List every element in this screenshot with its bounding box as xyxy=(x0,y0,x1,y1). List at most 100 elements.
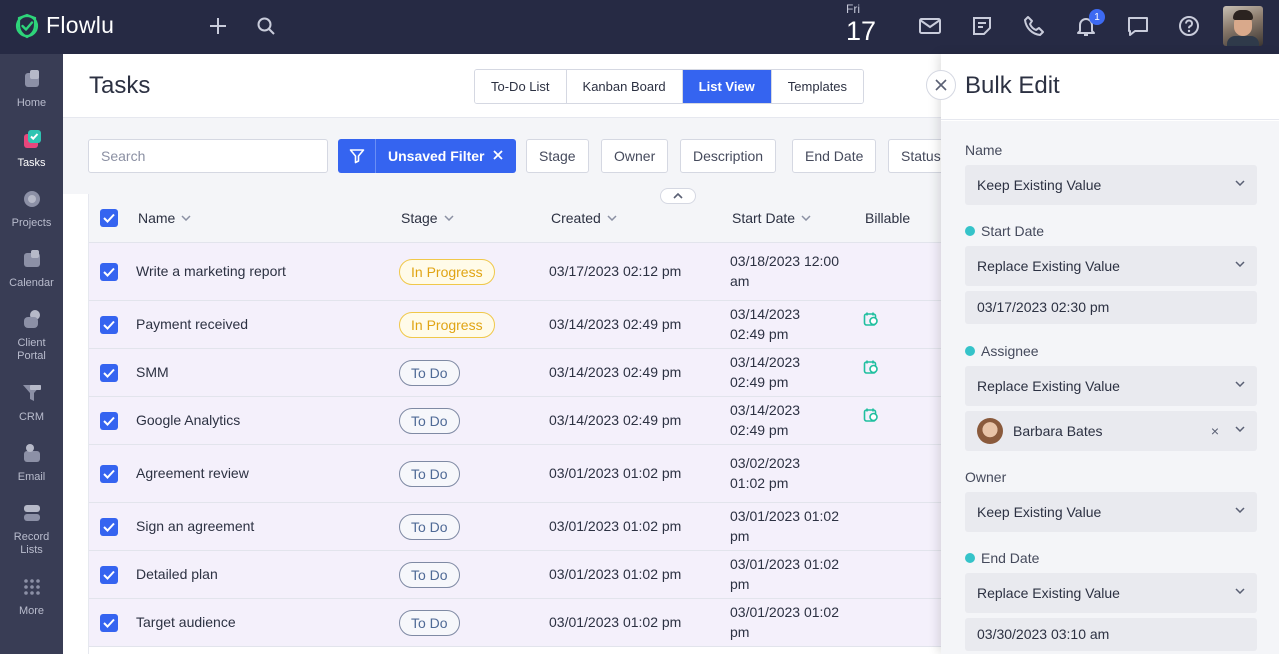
task-name[interactable]: Agreement review xyxy=(136,465,249,481)
table-row[interactable]: Detailed plan To Do 03/01/2023 01:02 pm 03/… xyxy=(89,551,941,599)
stage-badge[interactable]: In Progress xyxy=(399,312,495,338)
chevron-down-icon xyxy=(607,215,617,221)
column-header-start-date[interactable]: Start Date xyxy=(732,210,811,226)
tab-list-view[interactable]: List View xyxy=(682,70,772,103)
column-header-created[interactable]: Created xyxy=(551,210,617,226)
stage-badge[interactable]: To Do xyxy=(399,461,460,487)
notes-icon[interactable] xyxy=(970,14,994,38)
today-date[interactable]: Fri 17 xyxy=(846,2,876,46)
stage-badge[interactable]: To Do xyxy=(399,360,460,386)
column-header-name[interactable]: Name xyxy=(138,210,191,226)
row-checkbox[interactable] xyxy=(100,316,118,334)
table-row[interactable]: Target audience To Do 03/01/2023 01:02 pm 0… xyxy=(89,599,941,647)
owner-select[interactable]: Keep Existing Value xyxy=(965,492,1257,532)
created-date: 03/14/2023 02:49 pm xyxy=(549,412,682,428)
search-icon[interactable] xyxy=(254,14,278,38)
task-name[interactable]: Target audience xyxy=(136,614,236,630)
row-checkbox[interactable] xyxy=(100,518,118,536)
sidebar-item-home[interactable]: Home xyxy=(0,68,63,110)
chat-icon[interactable] xyxy=(1126,14,1150,38)
table-row[interactable]: Sign an agreement To Do 03/01/2023 01:02 p… xyxy=(89,503,941,551)
sidebar-item-tasks[interactable]: Tasks xyxy=(0,128,63,170)
sidebar-item-email[interactable]: Email xyxy=(0,442,63,484)
sidebar-item-label: Email xyxy=(17,471,46,483)
assignee-mode-select[interactable]: Replace Existing Value xyxy=(965,366,1257,406)
filter-chip-description[interactable]: Description xyxy=(680,139,777,173)
sidebar-item-calendar[interactable]: Calendar xyxy=(0,248,63,290)
user-avatar[interactable] xyxy=(1223,6,1263,46)
day-number: 17 xyxy=(846,16,877,46)
table-row[interactable]: Payment received In Progress 03/14/2023 02… xyxy=(89,301,941,349)
clear-filter-icon[interactable] xyxy=(493,147,504,165)
end-date-mode-select[interactable]: Replace Existing Value xyxy=(965,573,1257,613)
stage-badge[interactable]: To Do xyxy=(399,514,460,540)
assignee-select[interactable]: Barbara Bates × xyxy=(965,411,1257,451)
end-date-input[interactable]: 03/30/2023 03:10 am xyxy=(965,618,1257,651)
chevron-down-icon xyxy=(1235,381,1245,387)
start-date-input[interactable]: 03/17/2023 02:30 pm xyxy=(965,291,1257,324)
close-panel-button[interactable] xyxy=(926,70,956,100)
task-name[interactable]: Payment received xyxy=(136,316,248,332)
filter-chip-stage[interactable]: Stage xyxy=(526,139,589,173)
add-icon[interactable] xyxy=(206,14,230,38)
task-name[interactable]: Write a marketing report xyxy=(136,263,286,279)
table-row[interactable]: Write a marketing report In Progress 03/17… xyxy=(89,243,941,301)
chevron-down-icon xyxy=(1235,588,1245,594)
column-header-billable[interactable]: Billable xyxy=(865,210,910,226)
column-header-stage[interactable]: Stage xyxy=(401,210,454,226)
start-date-line: 02:49 pm xyxy=(730,422,789,438)
row-checkbox[interactable] xyxy=(100,364,118,382)
created-date: 03/14/2023 02:49 pm xyxy=(549,316,682,332)
select-all-checkbox[interactable] xyxy=(100,209,118,227)
task-name[interactable]: SMM xyxy=(136,364,169,380)
stage-badge[interactable]: To Do xyxy=(399,408,460,434)
stage-badge[interactable]: To Do xyxy=(399,562,460,588)
sidebar-item-client-portal[interactable]: Client Portal xyxy=(0,308,63,363)
email-icon xyxy=(23,444,40,462)
row-checkbox[interactable] xyxy=(100,465,118,483)
sidebar-item-projects[interactable]: Projects xyxy=(0,188,63,230)
task-name[interactable]: Detailed plan xyxy=(136,566,218,582)
sidebar-item-crm[interactable]: CRM xyxy=(0,382,63,424)
remove-assignee-icon[interactable]: × xyxy=(1211,411,1219,451)
search-input[interactable] xyxy=(88,139,328,173)
assignee-avatar xyxy=(977,418,1003,444)
start-date-line: am xyxy=(730,273,750,289)
page-header: Tasks To-Do List Kanban Board List View … xyxy=(63,54,941,118)
unsaved-filter-button[interactable]: Unsaved Filter xyxy=(338,139,516,173)
task-name[interactable]: Google Analytics xyxy=(136,412,240,428)
collapse-filters-button[interactable] xyxy=(660,188,696,204)
table-row[interactable]: SMM To Do 03/14/2023 02:49 pm 03/14/2023 02:… xyxy=(89,349,941,397)
logo-check-icon xyxy=(15,13,39,38)
tab-kanban-board[interactable]: Kanban Board xyxy=(566,70,683,103)
sidebar-item-record-lists[interactable]: Record Lists xyxy=(0,502,63,557)
row-checkbox[interactable] xyxy=(100,412,118,430)
required-dot xyxy=(965,346,975,356)
sidebar-item-label: Client Portal xyxy=(17,337,46,362)
name-select[interactable]: Keep Existing Value xyxy=(965,165,1257,205)
tab-templates[interactable]: Templates xyxy=(771,70,864,103)
mail-icon[interactable] xyxy=(918,14,942,38)
owner-label: Owner xyxy=(965,469,1007,485)
sidebar: Home Tasks Projects Calendar Client Port… xyxy=(0,54,63,654)
filter-bar: Unsaved Filter Stage Owner Description E… xyxy=(63,118,953,194)
task-name[interactable]: Sign an agreement xyxy=(136,518,254,534)
filter-chip-end-date[interactable]: End Date xyxy=(792,139,877,173)
table-row[interactable]: Google Analytics To Do 03/14/2023 02:49 pm… xyxy=(89,397,941,445)
sidebar-item-more[interactable]: More xyxy=(0,576,63,618)
row-checkbox[interactable] xyxy=(100,566,118,584)
tab-todo-list[interactable]: To-Do List xyxy=(475,70,567,103)
app-logo[interactable]: Flowlu xyxy=(14,12,114,39)
start-date: 03/14/2023 02:49 pm xyxy=(730,304,800,344)
table-row[interactable]: Agreement review To Do 03/01/2023 01:02 pm… xyxy=(89,445,941,503)
phone-icon[interactable] xyxy=(1022,14,1046,38)
row-checkbox[interactable] xyxy=(100,263,118,281)
start-date-mode-select[interactable]: Replace Existing Value xyxy=(965,246,1257,286)
start-date: 03/02/2023 01:02 pm xyxy=(730,453,800,493)
row-checkbox[interactable] xyxy=(100,614,118,632)
stage-badge[interactable]: In Progress xyxy=(399,259,495,285)
filter-chip-owner[interactable]: Owner xyxy=(601,139,669,173)
help-icon[interactable] xyxy=(1177,14,1201,38)
notifications-badge: 1 xyxy=(1089,9,1105,25)
stage-badge[interactable]: To Do xyxy=(399,610,460,636)
